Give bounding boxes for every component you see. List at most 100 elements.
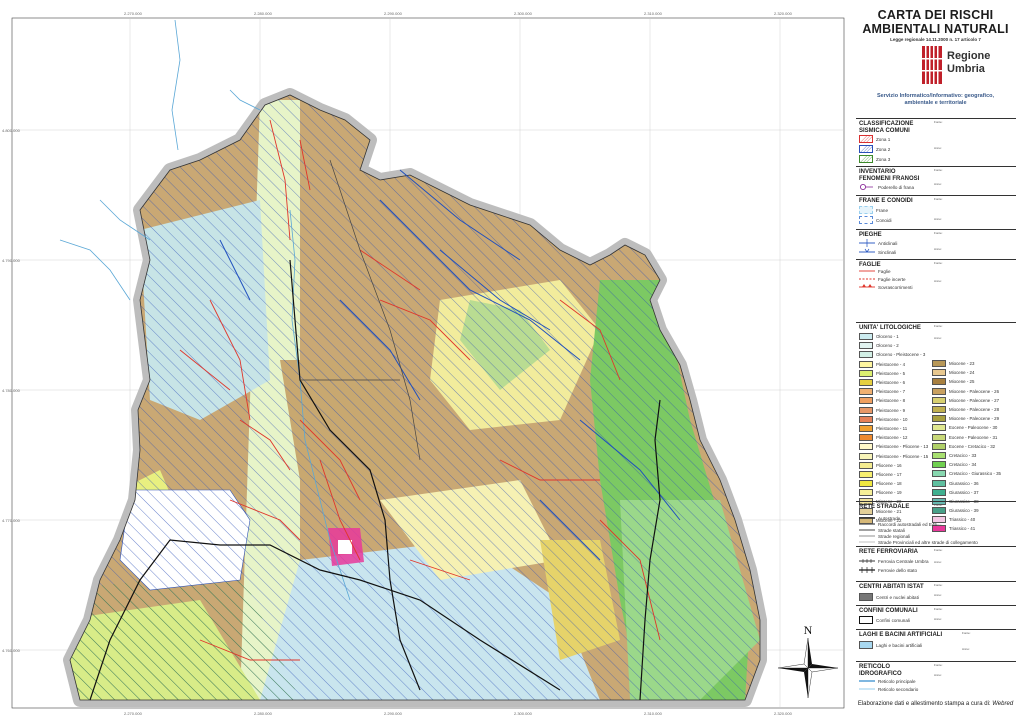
legend-label: Miocene - 25	[949, 379, 975, 385]
legend-label: Zona 2	[876, 146, 891, 152]
legend-label: Faglie	[878, 268, 891, 274]
map-panel[interactable]: N 2.270.000 2.280.000 2.290.000 2.300.00…	[0, 0, 850, 721]
coord-bottom: 2.270.000	[124, 711, 142, 716]
lithology-swatch-icon	[932, 424, 946, 432]
railway-line-icon	[859, 567, 875, 573]
lithology-item: Giurassico - 37	[932, 488, 1001, 497]
legend-label: Anticlinali	[878, 240, 898, 246]
legend-label: Oloceno - 1	[876, 334, 899, 340]
thrust-fault-icon	[859, 284, 875, 288]
legend-label: Reticolo secondario	[878, 686, 919, 692]
section-centri: CENTRI ABITATI ISTAT Fonte: Anno: Centri…	[856, 581, 1016, 605]
section-ferroviaria: RETE FERROVIARIA Fonte: Anno: Ferrovia C…	[856, 546, 1016, 576]
legend-label: Frane	[876, 207, 889, 213]
provincial-road-icon	[859, 541, 875, 543]
risk-map[interactable]: N	[0, 0, 850, 721]
meta-fonte: Fonte:	[934, 548, 943, 552]
legend-item-zona1: Zona 1	[859, 135, 890, 143]
lithology-swatch-icon	[932, 406, 946, 414]
lithology-swatch-icon	[859, 470, 873, 478]
region-name: Regione	[947, 50, 991, 62]
lithology-swatch-icon	[859, 351, 873, 359]
section-title-line: FENOMENI FRANOSI	[859, 176, 920, 182]
lithology-swatch-icon	[859, 489, 873, 497]
section-title: UNITA' LITOLOGICHE	[859, 325, 921, 331]
legend-label: Sovrascorrimenti	[878, 284, 913, 290]
legend-label: Eocene - Cretacico - 32	[949, 443, 996, 449]
section-title: INVENTARIO FENOMENI FRANOSI	[859, 169, 919, 183]
legend-label: Cretacico - Giurassico - 35	[949, 471, 1001, 477]
lithology-item: Pleistocene - 11	[859, 424, 928, 433]
lithology-item: Pleistocene - 8	[859, 396, 928, 405]
law-reference: Legge regionale 14.11.2000 n. 17 articol…	[890, 37, 981, 42]
legend-item-provinciali: Strade Provinciali ed altre strade di co…	[859, 538, 978, 546]
credit-line: Elaborazione dati e allestimento stampa …	[851, 701, 1020, 707]
lithology-item: Pleistocene - 10	[859, 415, 928, 424]
lithology-swatch-icon	[932, 470, 946, 478]
legend-item-fcu: Ferrovia Centrale Umbra	[859, 557, 929, 565]
legend-label: Miocene - Paleocene - 27	[949, 397, 1000, 403]
legend-label: Pleistocene - 8	[876, 398, 906, 404]
meta-anno: Anno:	[934, 217, 942, 221]
lithology-swatch-icon	[932, 369, 946, 377]
legend-label: Faglie incerte	[878, 276, 906, 282]
lithology-swatch-icon	[932, 396, 946, 404]
lithology-item: Miocene - Paleocene - 28	[932, 405, 1001, 414]
lithology-swatch-icon	[859, 397, 873, 405]
credit-prefix: Elaborazione dati e allestimento stampa …	[857, 701, 991, 707]
legend-item-fs: Ferrovie dello stato	[859, 566, 917, 574]
section-title: FRANE E CONOIDI	[859, 198, 913, 204]
lithology-item: Pleistocene - Pliocene - 15	[859, 451, 928, 460]
legend-label: Pleistocene - 4	[876, 361, 906, 367]
section-title: RETICOLO IDROGRAFICO	[859, 664, 902, 678]
legend-item-conoidi: Conoidi	[859, 216, 892, 224]
section-franosi: INVENTARIO FENOMENI FRANOSI Fonte: Anno:…	[856, 166, 1016, 192]
legend-label: Cretacico - 33	[949, 452, 977, 458]
section-pieghe: PIEGHE Fonte: Anno: Anticlinali Sinclina…	[856, 229, 1016, 256]
legend-label: Confini comunali	[876, 617, 910, 623]
legend-label: Eocene - Paleocene - 31	[949, 434, 998, 440]
legend-item-reticolo-secondario: Reticolo secondario	[859, 685, 918, 693]
secondary-river-icon	[859, 688, 875, 690]
legend-label: Zona 3	[876, 156, 891, 162]
section-title: CONFINI COMUNALI	[859, 608, 918, 614]
section-title: PIEGHE	[859, 232, 882, 238]
legend-label: Pleistocene - 6	[876, 380, 906, 386]
section-title: CLASSIFICAZIONE SISMICA COMUNI	[859, 121, 913, 135]
legend-label: Giurassico - 37	[949, 489, 979, 495]
legend-label: Reticolo principale	[878, 678, 916, 684]
lithology-swatch-icon	[859, 461, 873, 469]
hatch-swatch-icon	[859, 135, 873, 143]
lithology-swatch-icon	[859, 342, 873, 350]
legend-label: Pleistocene - Pliocene - 15	[876, 453, 929, 459]
lithology-item: Oloceno - 1	[859, 332, 928, 341]
section-title-line: SISMICA COMUNI	[859, 128, 910, 134]
lithology-swatch-icon	[859, 415, 873, 423]
meta-anno: Anno:	[934, 560, 942, 564]
lithology-item: Cretacico - 34	[932, 460, 1001, 469]
lithology-item: Miocene - 24	[932, 368, 1001, 377]
section-title: LAGHI E BACINI ARTIFICIALI	[859, 632, 943, 638]
lithology-item: Pleistocene - 7	[859, 387, 928, 396]
legend-label: Centri e nuclei abitati	[876, 594, 919, 600]
legend-label: Giurassico - 36	[949, 480, 979, 486]
section-frane: FRANE E CONOIDI Fonte: Anno: Frane Conoi…	[856, 195, 1016, 225]
lithology-item: Pliocene - 16	[859, 461, 928, 470]
legend-item-sinclinali: Sinclinali	[859, 248, 896, 256]
meta-fonte: Fonte:	[934, 324, 943, 328]
meta-fonte: Fonte:	[934, 583, 943, 587]
legend-label: Oloceno - Pleistocene - 3	[876, 352, 926, 358]
lithology-swatch-icon	[932, 415, 946, 423]
lithology-swatch-icon	[932, 378, 946, 386]
lithology-item: Pleistocene - 9	[859, 406, 928, 415]
lithology-swatch-icon	[932, 488, 946, 496]
lithology-swatch-icon	[859, 434, 873, 442]
lithology-item: Cretacico - 33	[932, 451, 1001, 460]
coord-left: 4.770.000	[2, 518, 20, 523]
legend-item-zona2: Zona 2	[859, 145, 890, 153]
section-laghi: LAGHI E BACINI ARTIFICIALI Fonte: Anno: …	[856, 629, 1016, 659]
coord-top: 2.320.000	[774, 11, 792, 16]
landslide-point-icon	[859, 183, 873, 191]
lithology-item: Pleistocene - 4	[859, 360, 928, 369]
section-title: RETE FERROVIARIA	[859, 549, 919, 555]
